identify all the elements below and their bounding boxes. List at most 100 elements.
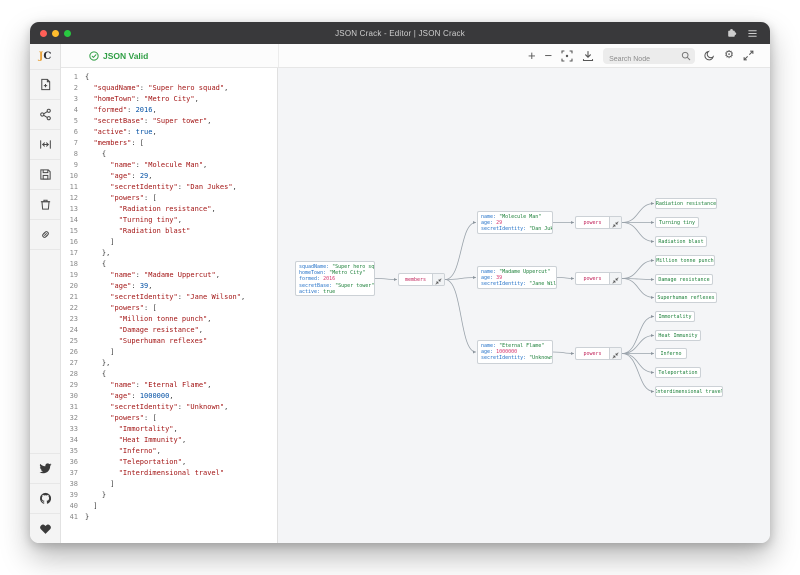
node-label: powers [583, 219, 602, 226]
extension-puzzle-icon[interactable] [726, 28, 737, 39]
editor-line[interactable]: 6 "active": true, [61, 127, 277, 138]
editor-line[interactable]: 38 ] [61, 479, 277, 490]
json-valid-status: JSON Valid [89, 51, 148, 61]
graph-node-leaf-11[interactable]: Interdimensional travel [655, 386, 723, 397]
graph-node-leaf-9[interactable]: Inferno [655, 348, 687, 359]
fullscreen-icon[interactable] [743, 50, 754, 61]
code-text: "name": "Eternal Flame", [110, 381, 212, 389]
graph-node-member-3[interactable]: name: "Eternal Flame" age: 1000000 secretI… [477, 340, 553, 364]
editor-line[interactable]: 11 "secretIdentity": "Dan Jukes", [61, 182, 277, 193]
code-text: "powers": [ [110, 304, 157, 312]
graph-node-leaf-4[interactable]: Million tonne punch [655, 255, 715, 266]
editor-line[interactable]: 41} [61, 512, 277, 523]
zoom-out-button[interactable]: − [545, 49, 553, 62]
graph-node-member-2[interactable]: name: "Madame Uppercut" age: 39 secretIden… [477, 266, 557, 289]
editor-line[interactable]: 13 "Radiation resistance", [61, 204, 277, 215]
editor-line[interactable]: 34 "Heat Immunity", [61, 435, 277, 446]
graph-edge [621, 222, 655, 244]
tab-menu-icon[interactable] [747, 28, 758, 39]
editor-line[interactable]: 5 "secretBase": "Super tower", [61, 116, 277, 127]
editor-line[interactable]: 28 { [61, 369, 277, 380]
editor-line[interactable]: 31 "secretIdentity": "Unknown", [61, 402, 277, 413]
editor-line[interactable]: 14 "Turning tiny", [61, 215, 277, 226]
editor-line[interactable]: 25 "Superhuman reflexes" [61, 336, 277, 347]
editor-line[interactable]: 9 "name": "Molecule Man", [61, 160, 277, 171]
settings-gear-icon[interactable]: ⚙ [724, 50, 734, 61]
editor-line[interactable]: 33 "Immortality", [61, 424, 277, 435]
editor-line[interactable]: 18 { [61, 259, 277, 270]
collapse-arrows-icon [612, 348, 619, 359]
editor-line[interactable]: 3 "homeTown": "Metro City", [61, 94, 277, 105]
graph-node-root[interactable]: squadName: "Super hero squad"homeTown: "… [295, 261, 375, 296]
editor-line[interactable]: 4 "formed": 2016, [61, 105, 277, 116]
editor-line[interactable]: 36 "Teleportation", [61, 457, 277, 468]
editor-line[interactable]: 17 }, [61, 248, 277, 259]
delete-button[interactable] [30, 190, 60, 220]
graph-node-leaf-2[interactable]: Turning tiny [655, 217, 699, 228]
editor-line[interactable]: 12 "powers": [ [61, 193, 277, 204]
graph-node-members[interactable]: members [398, 273, 445, 286]
graph-node-powers-3[interactable]: powers [575, 347, 622, 360]
twitter-link[interactable] [30, 453, 60, 483]
editor-line[interactable]: 23 "Million tonne punch", [61, 314, 277, 325]
editor-line[interactable]: 7 "members": [ [61, 138, 277, 149]
editor-line[interactable]: 35 "Inferno", [61, 446, 277, 457]
focus-view-button[interactable] [561, 49, 573, 62]
editor-line[interactable]: 39 } [61, 490, 277, 501]
search-icon[interactable] [681, 51, 691, 61]
share-button[interactable] [30, 100, 60, 130]
github-link[interactable] [30, 483, 60, 513]
json-editor[interactable]: 1{2 "squadName": "Super hero squad", 3 "h… [61, 68, 278, 543]
editor-line[interactable]: 2 "squadName": "Super hero squad", [61, 83, 277, 94]
graph-node-leaf-5[interactable]: Damage resistance [655, 274, 713, 285]
node-label: powers [583, 350, 602, 357]
editor-line[interactable]: 1{ [61, 72, 277, 83]
line-number: 1 [73, 73, 78, 81]
editor-line[interactable]: 21 "secretIdentity": "Jane Wilson", [61, 292, 277, 303]
graph-node-leaf-6[interactable]: Superhuman reflexes [655, 292, 717, 303]
graph-node-leaf-1[interactable]: Radiation resistance [655, 198, 717, 209]
editor-line[interactable]: 27 }, [61, 358, 277, 369]
collapse-node-button[interactable] [609, 217, 621, 228]
save-button[interactable] [30, 160, 60, 190]
code-text: ] [85, 480, 115, 488]
graph-node-powers-1[interactable]: powers [575, 216, 622, 229]
link-button[interactable] [30, 220, 60, 250]
editor-line[interactable]: 30 "age": 1000000, [61, 391, 277, 402]
editor-line[interactable]: 32 "powers": [ [61, 413, 277, 424]
editor-line[interactable]: 20 "age": 39, [61, 281, 277, 292]
editor-line[interactable]: 15 "Radiation blast" [61, 226, 277, 237]
editor-line[interactable]: 10 "age": 29, [61, 171, 277, 182]
collapse-node-button[interactable] [432, 274, 444, 285]
graph-node-leaf-10[interactable]: Teleportation [655, 367, 701, 378]
editor-line[interactable]: 16 ] [61, 237, 277, 248]
dark-mode-moon-icon[interactable] [704, 50, 715, 61]
editor-line[interactable]: 24 "Damage resistance", [61, 325, 277, 336]
graph-canvas[interactable]: squadName: "Super hero squad"homeTown: "… [278, 68, 770, 543]
jsoncrack-logo[interactable]: JC [30, 44, 60, 70]
editor-line[interactable]: 26 ] [61, 347, 277, 358]
graph-node-leaf-8[interactable]: Heat Immunity [655, 330, 701, 341]
center-view-button[interactable] [30, 130, 60, 160]
editor-line[interactable]: 8 { [61, 149, 277, 160]
editor-line[interactable]: 37 "Interdimensional travel" [61, 468, 277, 479]
code-text: { [85, 73, 90, 81]
editor-line[interactable]: 19 "name": "Madame Uppercut", [61, 270, 277, 281]
download-image-button[interactable] [582, 50, 594, 62]
line-number: 16 [69, 238, 78, 246]
sponsor-heart-icon[interactable] [30, 513, 60, 543]
graph-node-powers-2[interactable]: powers [575, 272, 622, 285]
editor-line[interactable]: 40 ] [61, 501, 277, 512]
app-window: JSON Crack - Editor | JSON Crack JC JSON… [30, 22, 770, 543]
collapse-node-button[interactable] [609, 273, 621, 284]
editor-line[interactable]: 29 "name": "Eternal Flame", [61, 380, 277, 391]
new-file-button[interactable] [30, 70, 60, 100]
graph-node-member-1[interactable]: name: "Molecule Man" age: 29 secretIdentit… [477, 211, 553, 234]
zoom-in-button[interactable]: + [528, 49, 536, 62]
sidebar: JC [30, 44, 61, 543]
graph-node-leaf-7[interactable]: Immortality [655, 311, 695, 322]
editor-line[interactable]: 22 "powers": [ [61, 303, 277, 314]
line-number: 15 [69, 227, 78, 235]
collapse-node-button[interactable] [609, 348, 621, 359]
graph-node-leaf-3[interactable]: Radiation blast [655, 236, 707, 247]
